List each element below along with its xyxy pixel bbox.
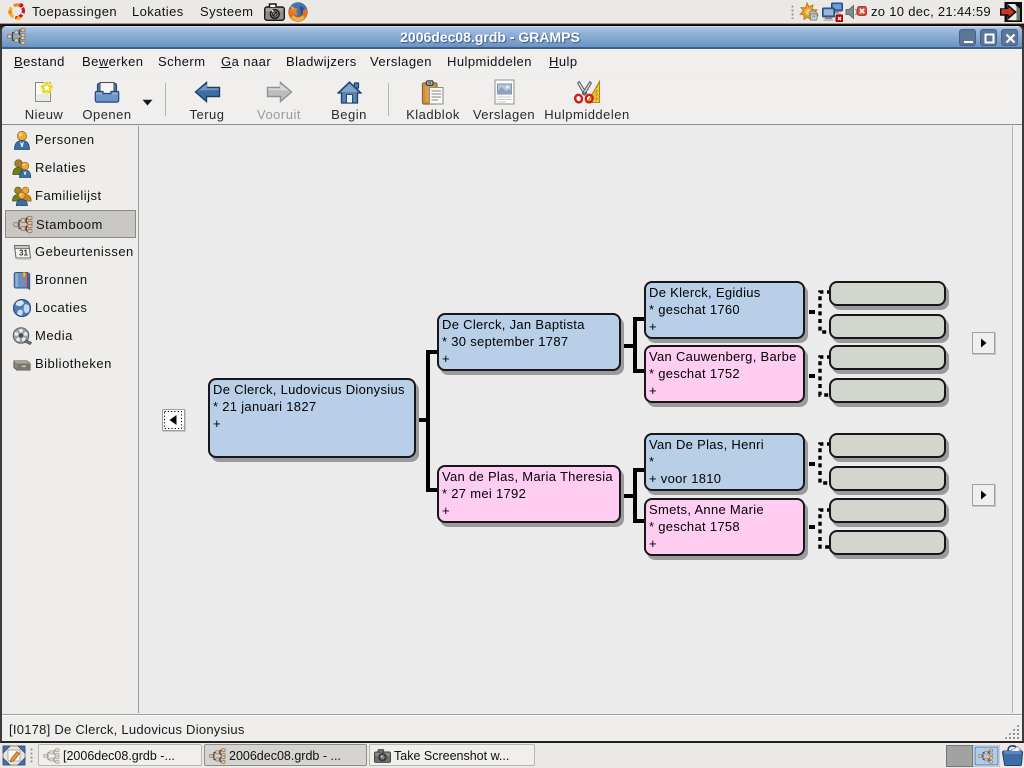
svg-text:31: 31 [19,249,28,258]
